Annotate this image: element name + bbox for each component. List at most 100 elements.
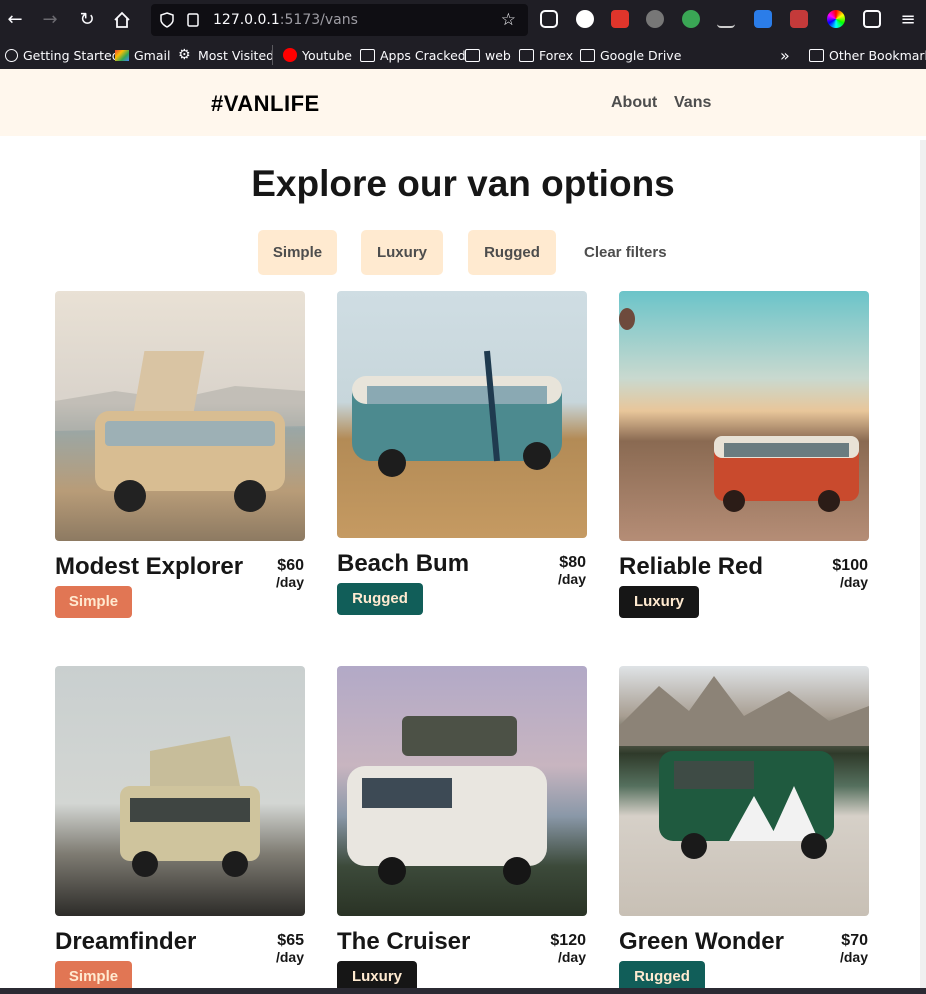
filter-luxury-button[interactable]: Luxury <box>361 230 443 275</box>
van-name[interactable]: Green Wonder <box>619 928 784 956</box>
type-badge-simple[interactable]: Simple <box>55 586 132 618</box>
bookmark-label: web <box>485 47 511 63</box>
price-value: $60 <box>277 557 304 574</box>
shield-icon[interactable] <box>159 12 175 28</box>
youtube-icon <box>283 48 297 62</box>
extensions-icon[interactable] <box>863 10 881 28</box>
browser-toolbar: ← → ↻ 127.0.0.1:5173/vans ☆ ≡ <box>0 0 926 40</box>
bookmarks-bar: Getting Started Gmail ⚙ Most Visited Yout… <box>0 42 926 68</box>
price-unit: /day <box>839 949 868 965</box>
van-photo <box>352 350 562 477</box>
bookmark-other-bookmarks[interactable]: Other Bookmarks <box>809 46 926 64</box>
price-value: $65 <box>277 932 304 949</box>
folder-icon <box>580 48 595 62</box>
van-image[interactable] <box>619 666 869 916</box>
bookmark-label: Google Drive <box>600 47 682 63</box>
forward-icon[interactable]: → <box>38 8 62 32</box>
van-image[interactable] <box>337 291 587 538</box>
van-price: $80/day <box>526 554 586 587</box>
browser-chrome: ← → ↻ 127.0.0.1:5173/vans ☆ ≡ Getting St… <box>0 0 926 69</box>
page-title: Explore our van options <box>251 163 675 204</box>
van-photo <box>55 351 305 512</box>
pocket-icon[interactable] <box>540 10 558 28</box>
van-name[interactable]: Reliable Red <box>619 553 763 581</box>
bookmark-label: Other Bookmarks <box>829 47 926 63</box>
bookmark-apps-cracked[interactable]: Apps Cracked <box>360 46 466 64</box>
scrollbar[interactable] <box>920 140 926 988</box>
globe-icon <box>5 48 18 62</box>
folder-icon <box>465 48 480 62</box>
van-image[interactable] <box>55 666 305 916</box>
van-image[interactable] <box>55 291 305 541</box>
bookmark-web[interactable]: web <box>465 46 511 64</box>
chevron-double-right-icon[interactable]: » <box>780 46 790 65</box>
gear-icon: ⚙ <box>178 46 191 63</box>
page-info-icon[interactable] <box>185 12 201 28</box>
price-unit: /day <box>557 949 586 965</box>
van-name[interactable]: Dreamfinder <box>55 928 196 956</box>
menu-icon[interactable]: ≡ <box>896 8 920 32</box>
back-icon[interactable]: ← <box>3 8 27 32</box>
folder-icon <box>360 48 375 62</box>
bookmark-label: Apps Cracked <box>380 47 466 63</box>
price-value: $120 <box>550 932 586 949</box>
van-name[interactable]: Beach Bum <box>337 550 469 578</box>
bookmark-getting-started[interactable]: Getting Started <box>5 46 120 64</box>
bookmark-google-drive[interactable]: Google Drive <box>580 46 681 64</box>
bookmark-label: Forex <box>539 47 574 63</box>
van-price: $65/day <box>244 932 304 965</box>
puzzle-red-extension-icon[interactable] <box>790 10 808 28</box>
blocked-extension-icon[interactable] <box>646 10 664 28</box>
star-icon[interactable]: ☆ <box>501 10 516 30</box>
type-badge-rugged[interactable]: Rugged <box>337 583 423 615</box>
nav-about-link[interactable]: About <box>611 94 657 112</box>
filter-rugged-button[interactable]: Rugged <box>468 230 556 275</box>
bookmark-label: Gmail <box>134 47 171 63</box>
reload-icon[interactable]: ↻ <box>75 8 99 32</box>
van-name[interactable]: Modest Explorer <box>55 553 243 581</box>
bookmark-label: Most Visited <box>198 47 275 63</box>
color-wheel-extension-icon[interactable] <box>827 10 845 28</box>
van-name[interactable]: The Cruiser <box>337 928 470 956</box>
gmail-icon <box>115 49 129 61</box>
price-value: $100 <box>832 557 868 574</box>
type-badge-luxury[interactable]: Luxury <box>619 586 699 618</box>
van-photo <box>120 736 260 877</box>
van-price: $120/day <box>526 932 586 965</box>
van-image[interactable] <box>619 291 869 541</box>
van-image[interactable] <box>337 666 587 916</box>
grammarly-extension-icon[interactable] <box>576 10 594 28</box>
address-bar[interactable]: 127.0.0.1:5173/vans ☆ <box>151 4 528 36</box>
filter-simple-button[interactable]: Simple <box>258 230 337 275</box>
window-bottom-edge <box>0 988 926 994</box>
price-unit: /day <box>275 949 304 965</box>
van-photo <box>619 676 869 859</box>
bookmark-gmail[interactable]: Gmail <box>115 46 170 64</box>
van-price: $60/day <box>244 557 304 590</box>
home-icon[interactable] <box>110 8 134 32</box>
clear-filters-link[interactable]: Clear filters <box>584 244 667 261</box>
lock-extension-icon[interactable] <box>611 10 629 28</box>
bookmark-label: Getting Started <box>23 47 120 63</box>
van-price: $100/day <box>808 557 868 590</box>
fi-extension-icon[interactable] <box>754 10 772 28</box>
bookmarks-divider <box>272 45 273 65</box>
van-price: $70/day <box>808 932 868 965</box>
site-logo[interactable]: #VANLIFE <box>211 91 320 117</box>
color-extension-icon[interactable] <box>682 10 700 28</box>
folder-icon <box>809 48 824 62</box>
bookmark-most-visited[interactable]: ⚙ Most Visited <box>178 46 274 64</box>
price-unit: /day <box>557 571 586 587</box>
bookmark-youtube[interactable]: Youtube <box>283 46 352 64</box>
folder-icon <box>519 48 534 62</box>
price-unit: /day <box>839 574 868 590</box>
n-extension-icon[interactable] <box>717 10 735 28</box>
nav-vans-link[interactable]: Vans <box>674 94 711 112</box>
van-photo <box>619 308 859 512</box>
price-unit: /day <box>275 574 304 590</box>
url-text[interactable]: 127.0.0.1:5173/vans <box>213 12 358 28</box>
bookmark-forex[interactable]: Forex <box>519 46 573 64</box>
price-value: $70 <box>841 932 868 949</box>
van-photo <box>347 716 547 885</box>
bookmark-label: Youtube <box>302 47 352 63</box>
